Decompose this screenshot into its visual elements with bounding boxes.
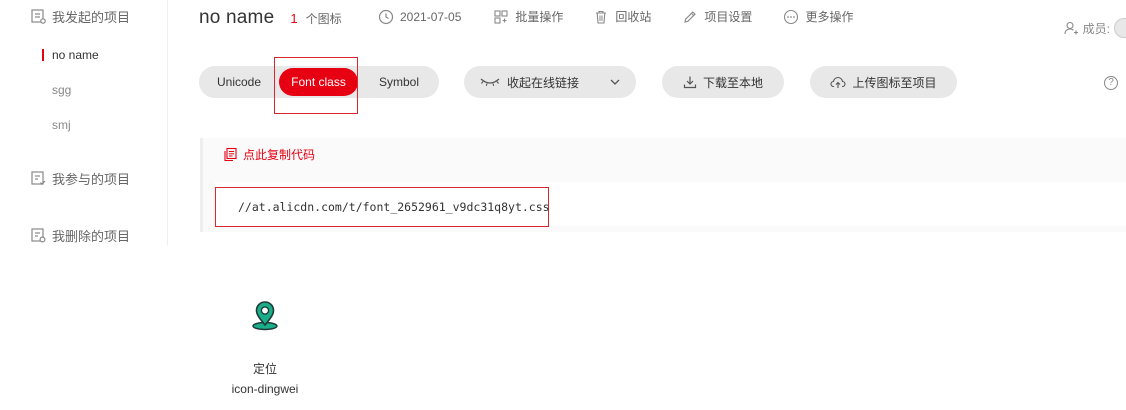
code-format-tabs: Unicode Font class Symbol — [199, 66, 439, 98]
tab-unicode[interactable]: Unicode — [199, 66, 279, 98]
more-actions-button[interactable]: 更多操作 — [783, 8, 853, 25]
batch-operation-button[interactable]: 批量操作 — [493, 8, 563, 25]
batch-grid-icon — [494, 9, 508, 24]
copy-icon — [224, 147, 237, 162]
sidebar-my-projects-label: 我发起的项目 — [52, 9, 131, 25]
icon-card[interactable]: 定位 icon-dingwei — [210, 292, 320, 402]
recycle-bin-label: 回收站 — [615, 10, 652, 24]
more-dots-icon — [784, 9, 799, 24]
sidebar-item-label: smj — [52, 118, 71, 132]
icon-count: 1 — [290, 10, 298, 26]
sidebar-item-smj[interactable]: smj — [42, 116, 71, 134]
sidebar-deleted-projects[interactable]: 我删除的项目 — [30, 225, 130, 245]
copy-code-link[interactable]: 点此复制代码 — [223, 146, 315, 163]
trash-icon — [596, 10, 607, 24]
project-settings-button[interactable]: 项目设置 — [682, 8, 752, 25]
sidebar-item-label: sgg — [52, 83, 72, 97]
cloud-upload-icon — [830, 76, 847, 88]
chevron-down-icon — [610, 79, 620, 85]
sidebar-item-sgg[interactable]: sgg — [42, 81, 71, 99]
upload-icons-label: 上传图标至项目 — [852, 75, 937, 90]
members-label: 成员: — [1082, 21, 1110, 36]
project-settings-label: 项目设置 — [704, 10, 753, 24]
sidebar-item-label: no name — [52, 48, 99, 62]
upload-icons-button[interactable]: 上传图标至项目 — [810, 66, 957, 98]
eye-closed-icon — [480, 78, 500, 86]
sidebar-my-projects[interactable]: 我发起的项目 — [30, 6, 130, 26]
sidebar: 我发起的项目 no name sgg smj 我参与的项目 我删除的项目 — [0, 0, 168, 245]
help-icon[interactable]: ? — [1104, 76, 1118, 90]
created-date-text: 2021-07-05 — [400, 9, 462, 24]
user-add-icon — [1064, 21, 1078, 35]
sidebar-item-no-name[interactable]: no name — [42, 46, 99, 64]
project-header: no name 1 个图标 — [199, 4, 342, 32]
header-actions: 2021-07-05 批量操作 回收站 项目设置 更多操作 — [378, 8, 853, 25]
icon-count-label: 个图标 — [305, 11, 342, 26]
batch-operation-label: 批量操作 — [515, 10, 564, 24]
project-joined-icon — [31, 171, 46, 185]
page-title: no name — [199, 7, 275, 28]
created-date: 2021-07-05 — [378, 8, 461, 25]
icon-class-name: icon-dingwei — [231, 382, 299, 396]
avatar[interactable] — [1114, 18, 1126, 38]
tab-symbol[interactable]: Symbol — [359, 66, 439, 98]
members-area[interactable]: 成员: — [1063, 18, 1126, 38]
download-local-label: 下载至本地 — [702, 75, 763, 90]
more-actions-label: 更多操作 — [805, 10, 854, 24]
icon-name: 定位 — [252, 362, 277, 376]
sidebar-deleted-projects-label: 我删除的项目 — [52, 228, 131, 244]
sidebar-joined-projects[interactable]: 我参与的项目 — [30, 168, 130, 188]
collapse-online-link-button[interactable]: 收起在线链接 — [464, 66, 636, 98]
collapse-online-link-label: 收起在线链接 — [506, 75, 579, 90]
project-deleted-icon — [31, 228, 46, 243]
sidebar-joined-projects-label: 我参与的项目 — [52, 171, 131, 187]
font-class-url[interactable]: //at.alicdn.com/t/font_2652961_v9dc31q8y… — [215, 187, 550, 227]
location-pin-icon — [252, 301, 278, 331]
download-icon — [683, 76, 697, 89]
copy-code-label: 点此复制代码 — [243, 148, 316, 162]
clock-icon — [378, 9, 394, 24]
tab-font-class[interactable]: Font class — [279, 68, 358, 96]
download-local-button[interactable]: 下载至本地 — [662, 66, 784, 98]
pencil-icon — [684, 10, 697, 23]
recycle-bin-button[interactable]: 回收站 — [593, 8, 651, 25]
project-list-icon — [31, 9, 46, 24]
